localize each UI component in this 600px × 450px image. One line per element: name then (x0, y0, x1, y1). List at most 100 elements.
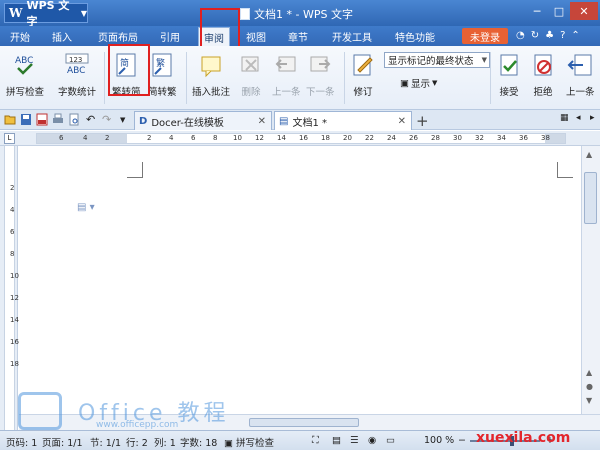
show-button[interactable]: ▣ 显示 ▼ (400, 76, 437, 91)
simp-to-trad-button[interactable]: 繁 简转繁 (148, 52, 177, 98)
next-comment-button[interactable]: 下一条 (306, 52, 335, 98)
simp-to-trad-label: 简转繁 (148, 87, 177, 98)
undo-icon[interactable]: ↶ (86, 113, 98, 126)
tab-stop-selector[interactable]: L (4, 133, 15, 144)
word-count-button[interactable]: 123 ABC 字数统计 (58, 52, 96, 98)
markup-status-select[interactable]: 显示标记的最终状态 ▼ (384, 52, 490, 68)
tab-references[interactable]: 引用 (160, 29, 180, 44)
insert-comment-button[interactable]: 插入批注 (192, 52, 230, 98)
scroll-up-page-icon[interactable]: ▲ (586, 368, 592, 377)
delete-comment-button[interactable]: 删除 (238, 52, 264, 98)
next-label: 下一条 (306, 87, 335, 98)
vertical-scrollbar[interactable]: ▲ ▲ ● ▼ (581, 146, 600, 414)
new-tab-icon[interactable]: + (416, 112, 429, 130)
open-icon[interactable] (4, 113, 16, 126)
customize-chevron-icon[interactable]: ▼ (120, 116, 132, 129)
select-browse-icon[interactable]: ● (586, 382, 593, 391)
close-tab-icon[interactable]: ✕ (398, 116, 406, 127)
vertical-scroll-thumb[interactable] (584, 172, 597, 224)
skin-icon[interactable]: ◔ (516, 30, 525, 41)
comment-icon (198, 52, 224, 78)
tab-menu-icon[interactable]: ◂ (576, 113, 588, 126)
wps-logo-icon: W (9, 6, 23, 20)
view-full-icon[interactable]: ⛶ (312, 435, 319, 446)
close-tab-icon[interactable]: ✕ (258, 116, 266, 127)
vruler-label: 6 (10, 228, 15, 236)
print-preview-icon[interactable] (68, 113, 80, 126)
zoom-out-icon[interactable]: − (458, 435, 466, 446)
docer-tab-label: Docer-在线模板 (151, 117, 224, 129)
redo-icon[interactable]: ↷ (102, 113, 114, 126)
tab-docer-template[interactable]: D Docer-在线模板 ✕ (134, 111, 272, 130)
vruler-label: 14 (10, 316, 19, 324)
separator (490, 52, 491, 104)
tab-special[interactable]: 特色功能 (395, 29, 435, 44)
view-page-icon[interactable]: ▤ (332, 435, 341, 446)
collapse-icon[interactable]: ⌃ (571, 30, 579, 41)
shirt-icon[interactable]: ♣ (545, 30, 554, 41)
pdf-icon[interactable] (36, 113, 48, 126)
vruler-label: 18 (10, 360, 19, 368)
status-word-count[interactable]: 字数: 18 (180, 435, 217, 449)
prev-change-button[interactable]: 上一条 (566, 52, 595, 98)
tab-start[interactable]: 开始 (10, 29, 30, 44)
prev-comment-button[interactable]: 上一条 (272, 52, 301, 98)
help-icon[interactable]: ? (560, 30, 565, 41)
reject-button[interactable]: 拒绝 (530, 52, 556, 98)
horizontal-ruler: 6 4 2 2 4 6 8 10 12 14 16 18 20 22 24 26… (0, 131, 600, 146)
login-button[interactable]: 未登录 (462, 28, 508, 44)
accept-button[interactable]: 接受 (496, 52, 522, 98)
chevron-down-icon: ▼ (481, 56, 487, 64)
ruler-label: 12 (255, 134, 264, 142)
view-read-icon[interactable]: ▭ (386, 435, 395, 446)
tab-menu-right-icon[interactable]: ▸ (590, 113, 600, 126)
xuexila-watermark: xuexila.com (476, 430, 571, 446)
tab-page-layout[interactable]: 页面布局 (98, 29, 138, 44)
save-icon[interactable] (20, 113, 32, 126)
zoom-level[interactable]: 100 % (424, 435, 454, 446)
tab-list-icon[interactable]: ▦ (560, 113, 572, 126)
office-watermark-site: www.officepp.com (96, 420, 179, 430)
print-icon[interactable] (52, 113, 64, 126)
view-web-icon[interactable]: ◉ (368, 435, 376, 446)
page-corner-mark (127, 162, 143, 178)
document-canvas[interactable]: ▤ ▾ (19, 146, 581, 414)
minimize-icon[interactable]: ─ (526, 2, 548, 20)
office-watermark-logo (18, 392, 62, 430)
app-menu-button[interactable]: W WPS 文字 ▼ (4, 0, 88, 28)
status-spell-label: 拼写检查 (236, 438, 275, 449)
document-icon (240, 8, 250, 20)
close-icon[interactable]: ✕ (570, 2, 598, 20)
paste-options-icon[interactable]: ▤ ▾ (77, 202, 95, 213)
status-page: 页面: 1/1 (42, 438, 83, 449)
show-label: 显示 (410, 79, 430, 90)
vruler-label: 4 (10, 206, 15, 214)
prev-change-icon (567, 52, 593, 78)
refresh-icon[interactable]: ↻ (531, 30, 539, 41)
tab-developer[interactable]: 开发工具 (332, 29, 372, 44)
spell-check-button[interactable]: ABC 拼写检查 (6, 52, 44, 98)
track-changes-icon (350, 52, 376, 78)
accept-label: 接受 (499, 87, 519, 98)
spell-check-toggle-icon: ▣ (224, 438, 233, 449)
ruler-label: 28 (431, 134, 440, 142)
menu-bar: 开始 插入 页面布局 引用 审阅 视图 章节 开发工具 特色功能 未登录 ◔ ↻… (0, 26, 600, 46)
scroll-down-page-icon[interactable]: ▼ (586, 396, 592, 405)
horizontal-scroll-thumb[interactable] (249, 418, 359, 427)
next-arrow-icon (307, 52, 333, 78)
tab-document1[interactable]: ▤ 文档1 * ✕ (274, 111, 412, 130)
separator (186, 52, 187, 104)
ruler-label: 2 (105, 134, 110, 142)
track-changes-button[interactable]: 修订 (350, 52, 376, 98)
tab-chapter[interactable]: 章节 (288, 29, 308, 44)
ruler-label: 16 (299, 134, 308, 142)
status-spell-check[interactable]: ▣ 拼写检查 (224, 435, 274, 449)
maximize-icon[interactable]: □ (548, 2, 570, 20)
scroll-up-icon[interactable]: ▲ (586, 150, 592, 159)
ruler-label: 20 (343, 134, 352, 142)
ruler-label: 8 (213, 134, 218, 142)
view-outline-icon[interactable]: ☰ (350, 435, 359, 446)
ruler-label: 32 (475, 134, 484, 142)
tab-insert[interactable]: 插入 (52, 29, 72, 44)
tab-view[interactable]: 视图 (246, 29, 266, 44)
